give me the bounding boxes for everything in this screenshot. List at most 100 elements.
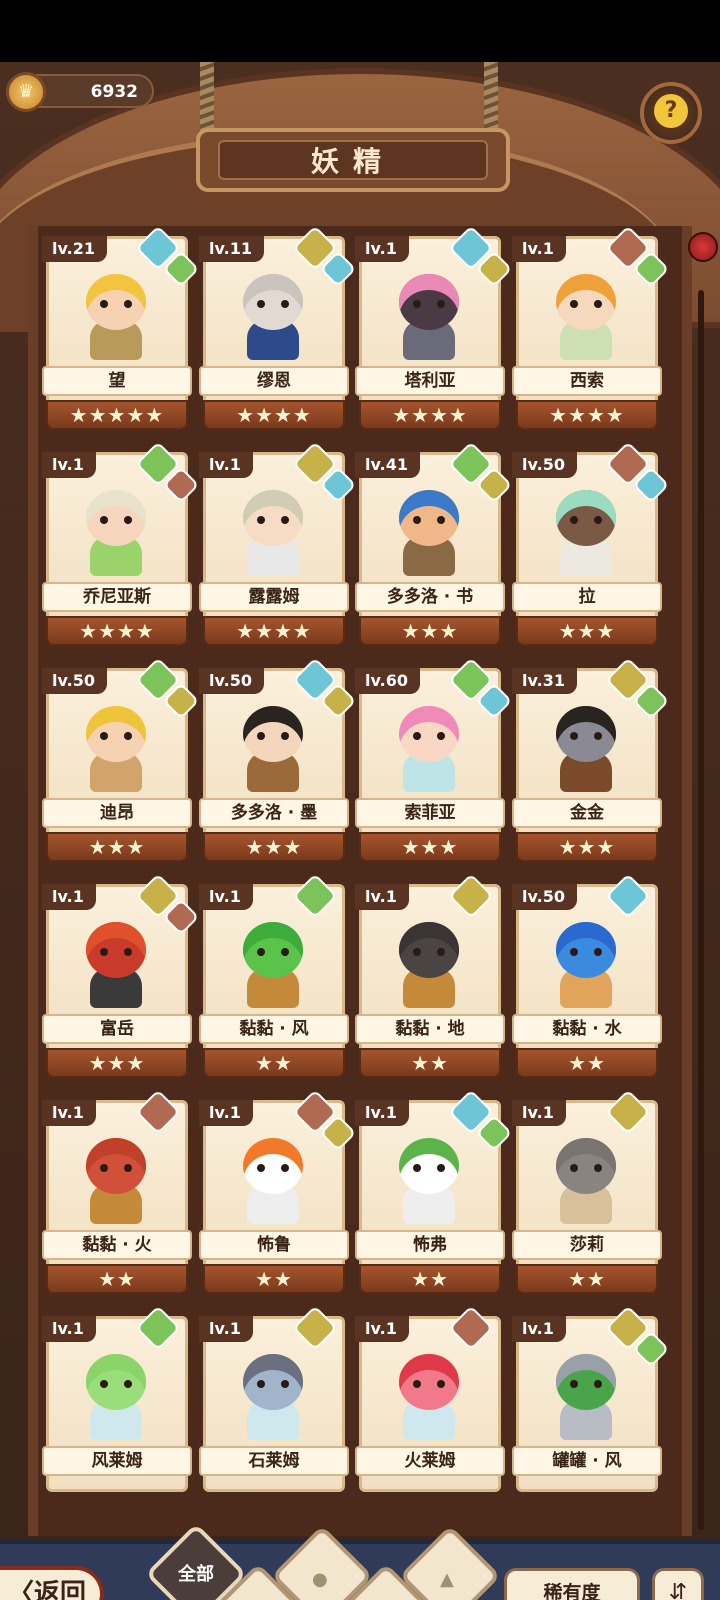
fairy-card[interactable]: lv.1 乔尼亚斯 ★★★★ <box>42 441 200 650</box>
fairy-level: lv.1 <box>355 1100 409 1126</box>
help-button[interactable]: ? <box>640 82 702 144</box>
fairy-portrait <box>233 1134 313 1226</box>
fairy-portrait <box>76 1350 156 1442</box>
fairy-card[interactable]: lv.1 莎莉 ★★ <box>512 1089 662 1298</box>
fairy-stars: ★★★★ <box>359 400 501 430</box>
fairy-name: 怖鲁 <box>199 1230 349 1260</box>
fairy-card[interactable]: lv.1 罐罐 · 风 <box>512 1305 670 1514</box>
fairy-stars: ★★★★ <box>516 400 658 430</box>
fairy-name: 黏黏 · 火 <box>42 1230 192 1260</box>
fairy-card[interactable]: lv.1 黏黏 · 地 ★★ <box>355 873 505 1082</box>
fairy-name: 露露姆 <box>199 582 349 612</box>
sort-rarity-button[interactable]: 稀有度 <box>504 1568 640 1600</box>
fairy-stars: ★★ <box>516 1264 658 1294</box>
crown-coin-icon: ♛ <box>6 72 46 112</box>
rope-left <box>200 62 214 132</box>
back-button[interactable]: 〈返回 <box>0 1566 104 1600</box>
fairy-card[interactable]: lv.1 风莱姆 <box>42 1305 192 1514</box>
fairy-portrait <box>76 270 156 362</box>
fairy-stars: ★★ <box>46 1264 188 1294</box>
fairy-level: lv.11 <box>199 236 264 262</box>
fairy-level: lv.1 <box>199 1100 253 1126</box>
fairy-stars: ★★★ <box>359 832 501 862</box>
fairy-stars: ★★★★ <box>203 616 345 646</box>
fairy-card[interactable]: lv.50 黏黏 · 水 ★★ <box>512 873 662 1082</box>
fairy-card[interactable]: lv.1 西索 ★★★★ <box>512 225 670 434</box>
sort-order-button[interactable]: ⇵ <box>652 1568 704 1600</box>
fairy-level: lv.1 <box>42 1100 96 1126</box>
fairy-stars: ★★★★ <box>46 616 188 646</box>
fairy-level: lv.60 <box>355 668 420 694</box>
fairy-card[interactable]: lv.1 富岳 ★★★ <box>42 873 200 1082</box>
fairy-portrait <box>233 486 313 578</box>
water-drop-icon: ● <box>312 1568 328 1590</box>
fairy-level: lv.1 <box>42 1316 96 1342</box>
page-title: 妖精 <box>218 140 488 180</box>
fairy-card[interactable]: lv.50 拉 ★★★ <box>512 441 670 650</box>
fairy-stars: ★★ <box>516 1048 658 1078</box>
rope-right <box>484 62 498 132</box>
fairy-portrait <box>389 486 469 578</box>
fairy-portrait <box>233 1350 313 1442</box>
fairy-level: lv.1 <box>199 452 253 478</box>
fairy-stars: ★★★ <box>359 616 501 646</box>
fairy-stars: ★★ <box>203 1048 345 1078</box>
fire-mountain-icon: ▲ <box>440 1568 454 1590</box>
fairy-name: 多多洛 · 书 <box>355 582 505 612</box>
fairy-card[interactable]: lv.1 怖弗 ★★ <box>355 1089 513 1298</box>
fairy-card[interactable]: lv.41 多多洛 · 书 ★★★ <box>355 441 513 650</box>
fairy-portrait <box>233 918 313 1010</box>
fairy-level: lv.1 <box>512 1100 566 1126</box>
fairy-name: 金金 <box>512 798 662 828</box>
fairy-name: 塔利亚 <box>355 366 505 396</box>
fairy-card[interactable]: lv.11 缪恩 ★★★★ <box>199 225 357 434</box>
question-sprout-icon: ? <box>654 94 688 128</box>
fairy-stars: ★★ <box>359 1048 501 1078</box>
bottom-bar: 〈返回 全部 ❦ ● ▲ ▲ 稀有度 ⇵ <box>0 1523 720 1600</box>
filter-fire-tab[interactable]: ▲ <box>399 1525 501 1600</box>
fairy-level: lv.1 <box>512 236 566 262</box>
ladybug-icon <box>688 232 718 262</box>
fairy-name: 缪恩 <box>199 366 349 396</box>
fairy-stars: ★★★ <box>46 1048 188 1078</box>
scrollbar[interactable] <box>698 290 704 1530</box>
fairy-card[interactable]: lv.1 黏黏 · 风 ★★ <box>199 873 349 1082</box>
fairy-level: lv.50 <box>512 452 577 478</box>
filter-all-label: 全部 <box>178 1564 214 1585</box>
sort-order-icon: ⇵ <box>668 1580 688 1600</box>
fairy-name: 风莱姆 <box>42 1446 192 1476</box>
fairy-level: lv.21 <box>42 236 107 262</box>
fairy-portrait <box>389 270 469 362</box>
fairy-level: lv.1 <box>512 1316 566 1342</box>
fairy-stars: ★★★ <box>516 832 658 862</box>
filter-water-tab[interactable]: ● <box>271 1525 373 1600</box>
fairy-card[interactable]: lv.1 火莱姆 <box>355 1305 505 1514</box>
fairy-card[interactable]: lv.31 金金 ★★★ <box>512 657 670 866</box>
fairy-card[interactable]: lv.21 望 ★★★★★ <box>42 225 200 434</box>
fairy-level: lv.1 <box>355 1316 409 1342</box>
fairy-card[interactable]: lv.1 塔利亚 ★★★★ <box>355 225 513 434</box>
fairy-portrait <box>233 702 313 794</box>
fairy-level: lv.1 <box>199 1316 253 1342</box>
fairy-card[interactable]: lv.1 石莱姆 <box>199 1305 349 1514</box>
fairy-stars: ★★ <box>359 1264 501 1294</box>
fairy-stars: ★★★★★ <box>46 400 188 430</box>
fairy-name: 莎莉 <box>512 1230 662 1260</box>
fairy-level: lv.31 <box>512 668 577 694</box>
fairy-level: lv.50 <box>512 884 577 910</box>
fairy-card[interactable]: lv.1 黏黏 · 火 ★★ <box>42 1089 192 1298</box>
fairy-card[interactable]: lv.1 怖鲁 ★★ <box>199 1089 357 1298</box>
fairy-stars: ★★★ <box>203 832 345 862</box>
fairy-card[interactable]: lv.1 露露姆 ★★★★ <box>199 441 357 650</box>
fairy-portrait <box>389 702 469 794</box>
fairy-level: lv.50 <box>199 668 264 694</box>
fairy-card[interactable]: lv.50 多多洛 · 墨 ★★★ <box>199 657 357 866</box>
fairy-card[interactable]: lv.60 索菲亚 ★★★ <box>355 657 513 866</box>
fairy-name: 迪昂 <box>42 798 192 828</box>
fairy-card[interactable]: lv.50 迪昂 ★★★ <box>42 657 200 866</box>
fairy-name: 多多洛 · 墨 <box>199 798 349 828</box>
fairy-portrait <box>389 1350 469 1442</box>
fairy-portrait <box>546 702 626 794</box>
fairy-name: 罐罐 · 风 <box>512 1446 662 1476</box>
fairy-portrait <box>76 1134 156 1226</box>
